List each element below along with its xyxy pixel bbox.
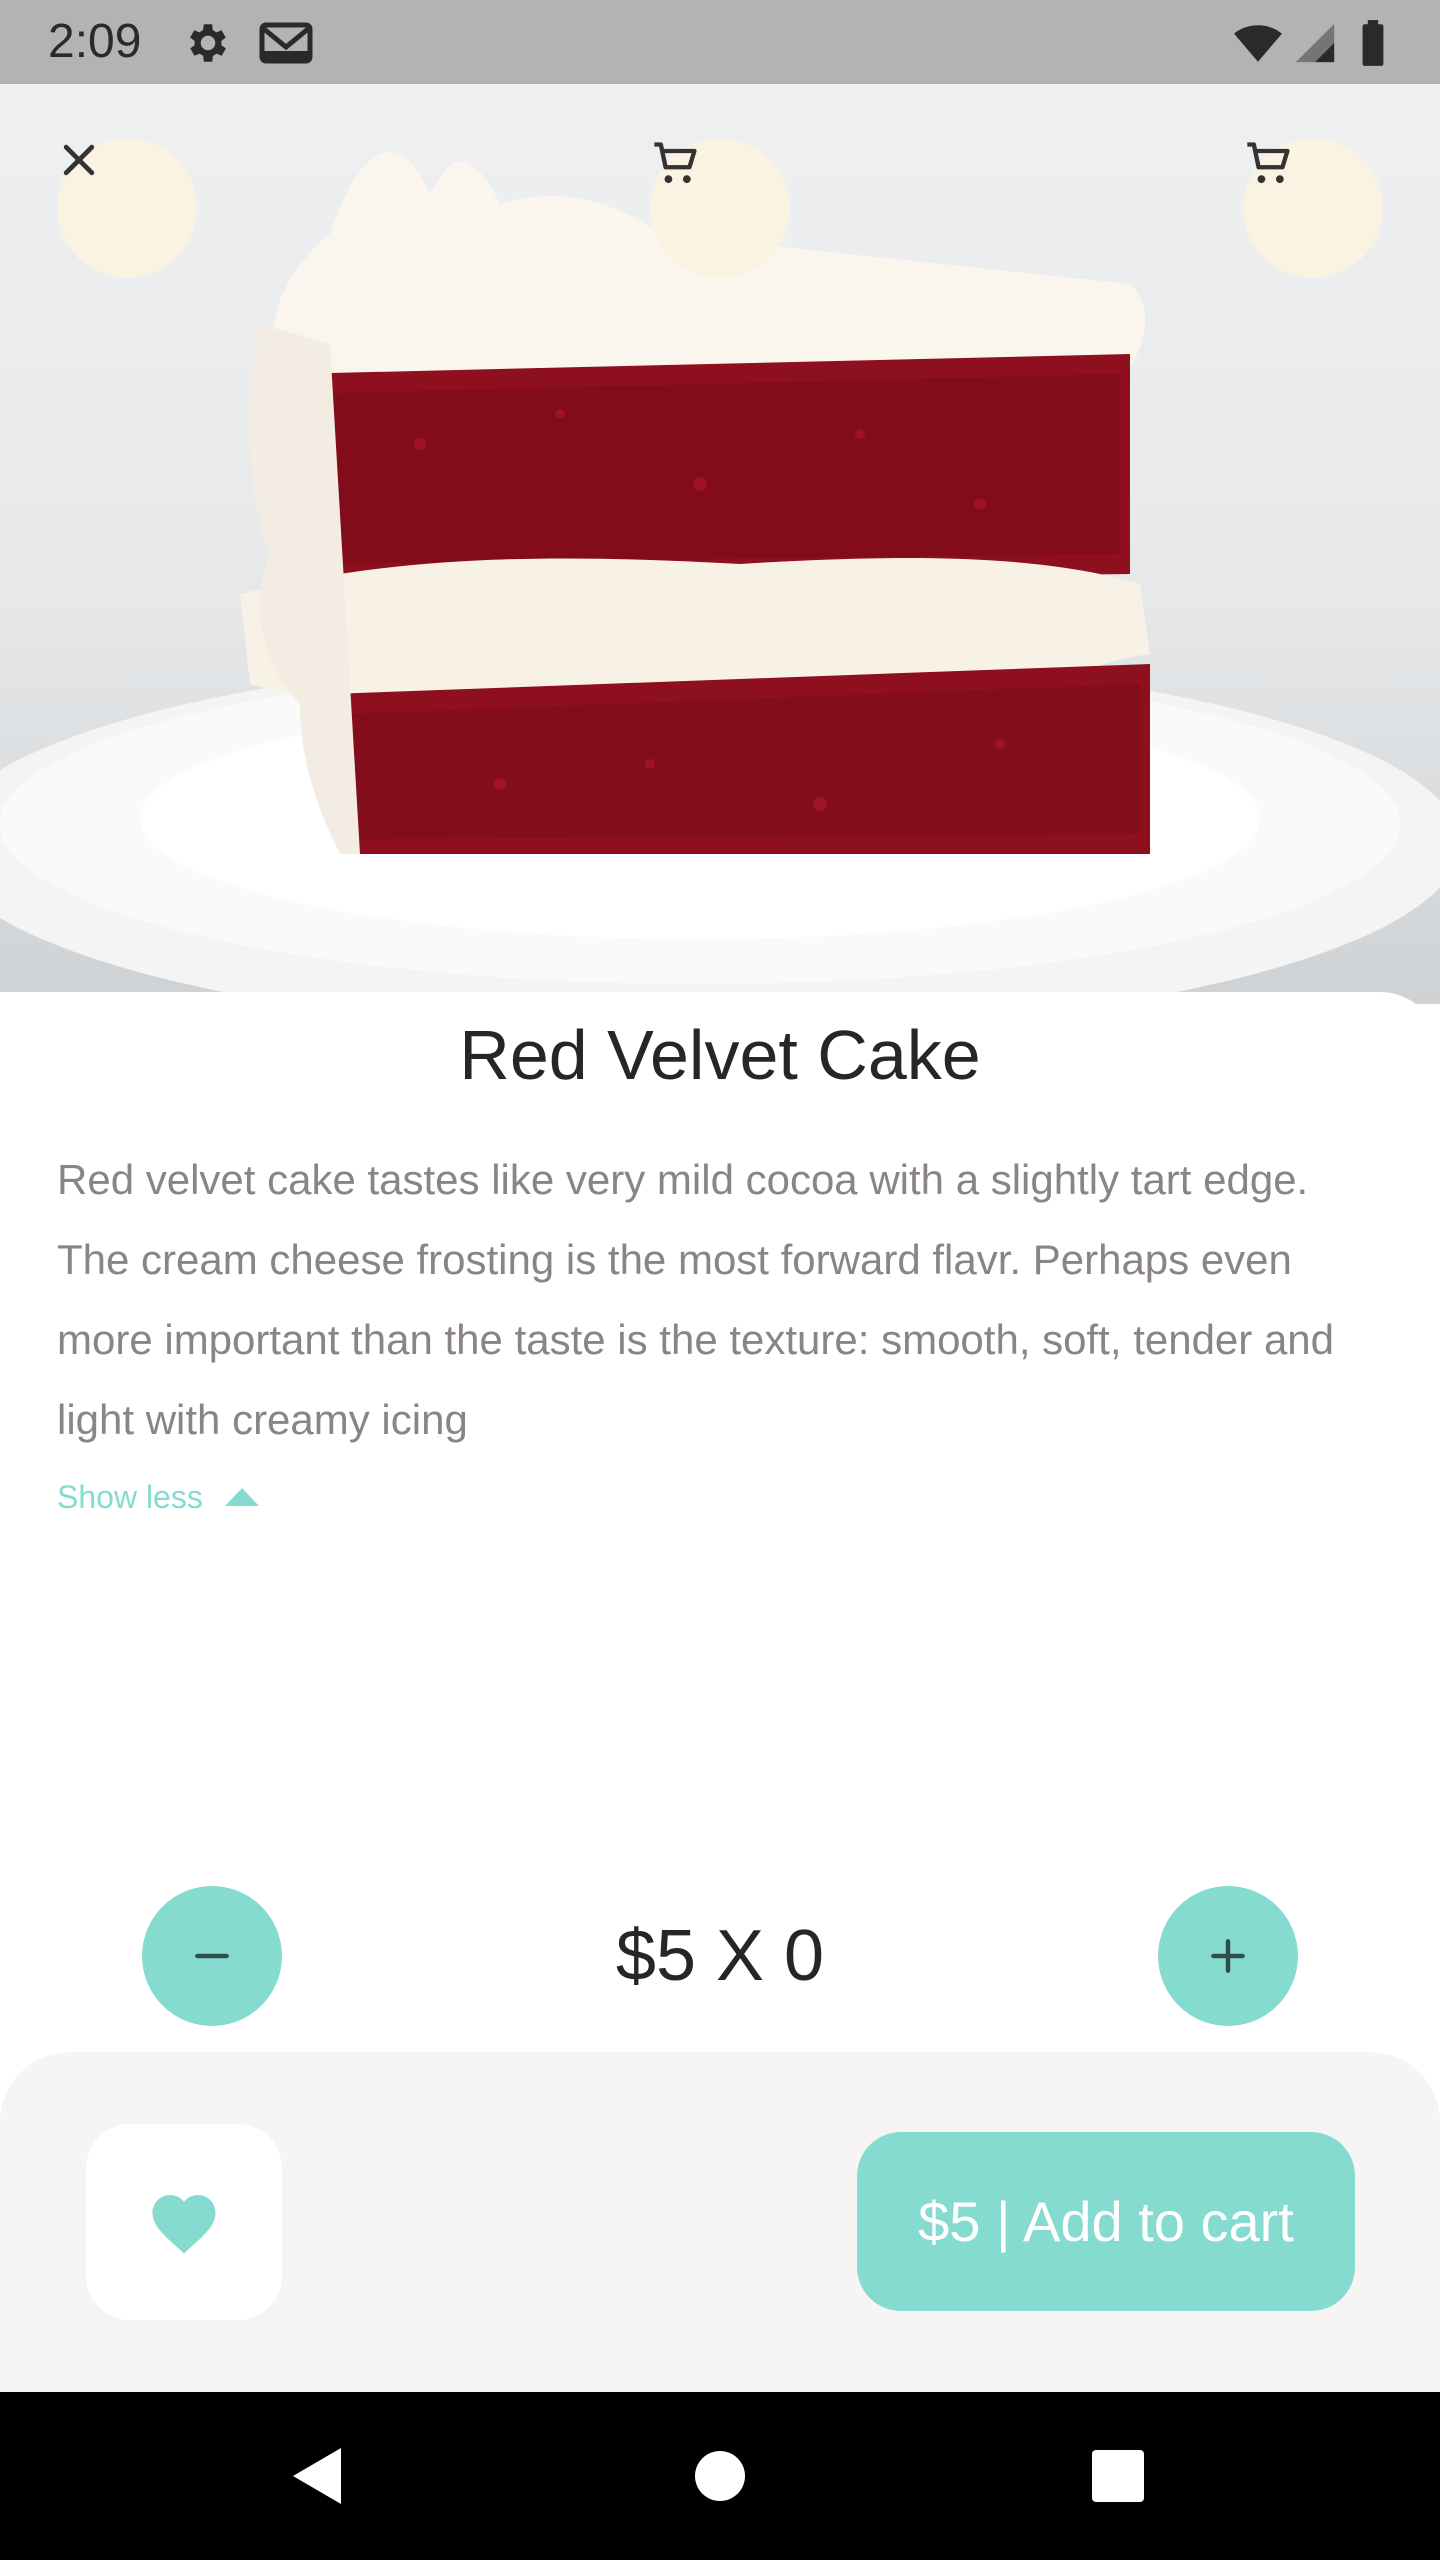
add-to-cart-button[interactable]: $5 | Add to cart <box>857 2132 1355 2311</box>
close-icon <box>63 144 95 176</box>
plus-icon <box>1211 1939 1245 1973</box>
cart-button-center[interactable] <box>650 138 790 278</box>
recents-icon <box>1092 2450 1144 2502</box>
product-title: Red Velvet Cake <box>459 1016 981 1094</box>
favorite-button[interactable] <box>86 2124 282 2320</box>
close-button[interactable] <box>57 138 197 278</box>
product-description: Red velvet cake tastes like very mild co… <box>57 1156 1335 1443</box>
heart-icon <box>152 2195 216 2254</box>
increase-quantity-button[interactable] <box>1158 1886 1298 2026</box>
show-less-label: Show less <box>57 1478 203 1515</box>
chevron-up-icon <box>224 1488 259 1506</box>
cart-icon <box>654 142 697 184</box>
signal-icon <box>1292 18 1338 68</box>
status-time: 2:09 <box>48 15 142 68</box>
back-button[interactable] <box>277 2436 357 2516</box>
cart-button[interactable] <box>1243 138 1383 278</box>
gmail-icon <box>258 18 313 68</box>
status-bar: 2:09 <box>0 0 1440 84</box>
settings-icon <box>183 18 233 68</box>
back-icon <box>293 2448 341 2504</box>
minus-icon <box>195 1953 229 1959</box>
recents-button[interactable] <box>1078 2436 1158 2516</box>
price-quantity-label: $5 X 0 <box>615 1916 825 1996</box>
home-button[interactable] <box>680 2436 760 2516</box>
system-nav-bar <box>0 2392 1440 2560</box>
battery-icon <box>1358 18 1394 68</box>
decrease-quantity-button[interactable] <box>142 1886 282 2026</box>
cart-icon <box>1247 142 1290 184</box>
home-icon <box>695 2451 745 2501</box>
wifi-icon <box>1230 18 1286 68</box>
product-image <box>0 84 1440 1004</box>
show-less-toggle[interactable]: Show less <box>57 1474 259 1520</box>
